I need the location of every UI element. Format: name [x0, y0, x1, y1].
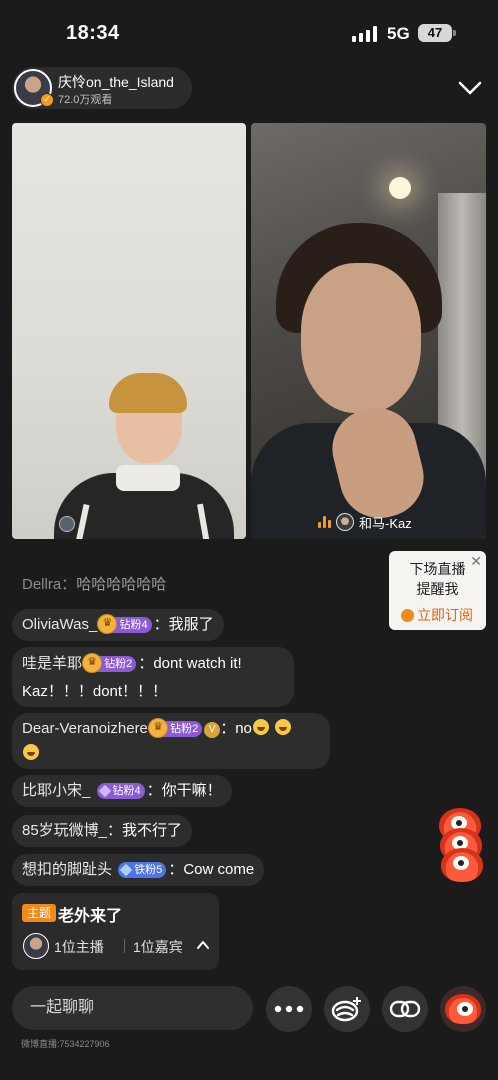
comment-item: OliviaWas_ ♛ 钻粉4 ：我服了 — [12, 609, 224, 641]
chat-input[interactable]: 一起聊聊 — [12, 986, 253, 1030]
fan-badge: 钻粉4 — [96, 783, 145, 799]
comment-user[interactable]: 哇是羊耶 — [22, 655, 82, 672]
vip-badge-icon: V — [204, 722, 221, 738]
host-video[interactable] — [12, 123, 246, 539]
diamond-icon — [98, 784, 111, 798]
fan-badge: ♛ 钻粉4 — [97, 614, 152, 634]
comment-item: 想扣的脚趾头 铁粉5 ：Cow come — [12, 854, 265, 886]
live-room-id: 微博直播:7534227906 — [21, 1039, 110, 1049]
comment-user[interactable]: 85岁玩微博_ — [22, 822, 107, 839]
mascot-button[interactable] — [440, 986, 486, 1032]
bell-icon — [401, 609, 414, 622]
link-icon — [389, 1000, 421, 1018]
status-time: 18:34 — [66, 22, 120, 44]
topic-tag: 主题 — [22, 904, 57, 922]
chevron-down-icon[interactable] — [458, 78, 482, 98]
comment-text: ：dont watch it! — [138, 655, 242, 672]
comment-item: 85岁玩微博_：我不行了 — [12, 815, 193, 847]
host-video-avatar — [59, 516, 75, 532]
mascot-icon[interactable] — [441, 848, 483, 882]
comment-text: ：你干嘛！ — [146, 782, 222, 799]
avatar — [23, 933, 49, 959]
comment-text-line2: Kaz！！！dont！！！ — [22, 683, 168, 700]
crown-icon: ♛ — [82, 653, 103, 673]
lamp — [389, 177, 411, 199]
signal-icon — [352, 26, 377, 42]
subscribe-line2: 提醒我 — [416, 581, 459, 597]
topic-guest-count[interactable]: 1位嘉宾 — [133, 937, 183, 957]
verified-icon: ✓ — [40, 93, 54, 107]
gift-button[interactable] — [324, 986, 370, 1032]
comment-item: 比耶小宋_ 钻粉4 ：你干嘛！ — [12, 775, 232, 807]
network-type: 5G — [387, 24, 410, 43]
more-button[interactable] — [266, 986, 312, 1032]
diamond-icon — [119, 863, 133, 877]
comment-text: ：我服了 — [153, 616, 214, 633]
comment-text: 哈哈哈哈哈哈 — [76, 576, 167, 593]
guest-avatar — [336, 513, 354, 531]
more-icon — [274, 1005, 304, 1013]
topic-card[interactable]: 主题 老外来了 1位主播 1位嘉宾 — [12, 893, 219, 970]
comment-user[interactable]: 比耶小宋_ — [22, 782, 90, 799]
battery-icon: 47 — [418, 24, 456, 42]
comment-item: Dear-Veranoizhere ♛ 钻粉2 V ：no — [12, 713, 330, 769]
comment-user[interactable]: Dellra： — [22, 576, 76, 593]
subscribe-line1: 下场直播 — [409, 561, 466, 577]
guest-video[interactable] — [251, 123, 486, 539]
comment-text: ：Cow come — [168, 861, 255, 878]
laughing-emoji-icon — [23, 744, 39, 760]
fan-badge: 铁粉5 — [118, 862, 167, 878]
subscribe-label: 立即订阅 — [417, 607, 473, 623]
audio-level-icon — [318, 516, 331, 528]
crown-icon: ♛ — [148, 718, 169, 738]
laughing-emoji-icon — [252, 719, 269, 735]
comment-item: Dellra：哈哈哈哈哈哈 — [12, 571, 176, 599]
subscribe-button[interactable]: 立即订阅 — [401, 605, 473, 625]
comment-text: ：no — [220, 720, 252, 737]
comment-text: ：我不行了 — [107, 822, 183, 839]
guest-name: 和马-Kaz — [359, 515, 412, 531]
comment-user[interactable]: OliviaWas_ — [22, 616, 97, 633]
chevron-up-icon[interactable] — [196, 939, 210, 951]
comment-item: 哇是羊耶 ♛ 钻粉2 ：dont watch it! Kaz！！！dont！！！ — [12, 647, 294, 707]
divider — [124, 939, 125, 953]
laughing-emoji-icon — [275, 719, 292, 735]
subscribe-reminder-card: ✕ 下场直播 提醒我 立即订阅 — [389, 551, 486, 630]
host-info[interactable]: ✓ 庆怜on_the_Island 72.0万观看 — [12, 67, 192, 109]
fan-badge: ♛ 钻粉2 — [82, 653, 137, 673]
host-name[interactable]: 庆怜on_the_Island — [58, 72, 174, 92]
mascot-icon — [445, 994, 481, 1024]
status-bar: 18:34 5G 47 — [0, 0, 498, 66]
crown-icon: ♛ — [97, 614, 118, 634]
comment-user[interactable]: 想扣的脚趾头 — [22, 861, 112, 878]
guest-tag[interactable]: 和马-Kaz — [318, 512, 412, 532]
viewer-count: 72.0万观看 — [58, 94, 113, 106]
comment-user[interactable]: Dear-Veranoizhere — [22, 720, 148, 737]
gift-plus-icon — [331, 997, 361, 1022]
link-mic-button[interactable] — [382, 986, 428, 1032]
topic-host-count[interactable]: 1位主播 — [54, 937, 104, 957]
fan-badge: ♛ 钻粉2 — [148, 718, 203, 738]
topic-title: 老外来了 — [58, 908, 123, 925]
